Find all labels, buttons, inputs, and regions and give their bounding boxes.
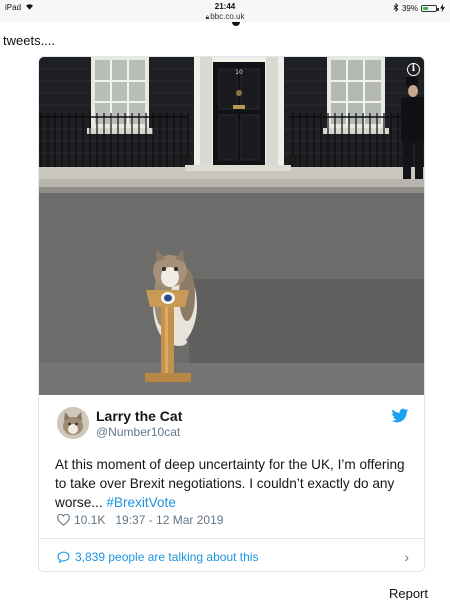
info-icon[interactable]: i <box>407 63 420 76</box>
door-number: 10 <box>235 69 243 76</box>
conversation-text: 3,839 people are talking about this <box>75 550 259 564</box>
system-indicators: 39% <box>393 2 445 14</box>
scroll-indicator <box>232 22 240 26</box>
hashtag-link[interactable]: #BrexitVote <box>106 495 176 510</box>
report-link[interactable]: Report <box>389 586 428 600</box>
twitter-bird-icon[interactable] <box>391 408 409 424</box>
lock-icon: 🔒︎ <box>205 14 210 21</box>
battery-percent: 39% <box>401 4 418 13</box>
conversation-link[interactable]: 3,839 people are talking about this › <box>57 547 409 567</box>
address-bar[interactable]: 🔒︎bbc.co.uk <box>0 12 450 22</box>
tweet-photo[interactable]: 10 i <box>39 57 424 395</box>
status-bar: iPad 21:44 🔒︎bbc.co.uk 39% <box>0 0 450 22</box>
author-name[interactable]: Larry the Cat <box>96 408 182 424</box>
chevron-right-icon: › <box>404 549 409 565</box>
tweet-meta: 10.1K 19:37 - 12 Mar 2019 <box>57 513 223 527</box>
charging-icon <box>440 3 445 14</box>
tweet-author[interactable]: Larry the Cat @Number10cat <box>57 407 409 443</box>
url-text: bbc.co.uk <box>210 12 245 21</box>
battery-icon <box>421 5 439 12</box>
like-count[interactable]: 10.1K <box>74 513 105 527</box>
clock: 21:44 <box>214 2 236 11</box>
embedded-tweet[interactable]: 10 i Larry the Cat @Number10cat At this … <box>38 56 425 572</box>
intro-text: tweets.... <box>3 33 56 48</box>
tweet-text: At this moment of deep uncertainty for t… <box>55 455 407 512</box>
downing-street-photo: 10 <box>39 57 424 395</box>
divider <box>39 538 424 539</box>
speech-bubble-icon <box>57 551 70 563</box>
avatar[interactable] <box>57 407 89 439</box>
bluetooth-icon <box>393 2 399 14</box>
battery-fill <box>423 7 428 10</box>
heart-icon[interactable] <box>57 514 70 526</box>
author-handle[interactable]: @Number10cat <box>96 425 180 439</box>
tweet-timestamp[interactable]: 19:37 - 12 Mar 2019 <box>115 513 223 527</box>
